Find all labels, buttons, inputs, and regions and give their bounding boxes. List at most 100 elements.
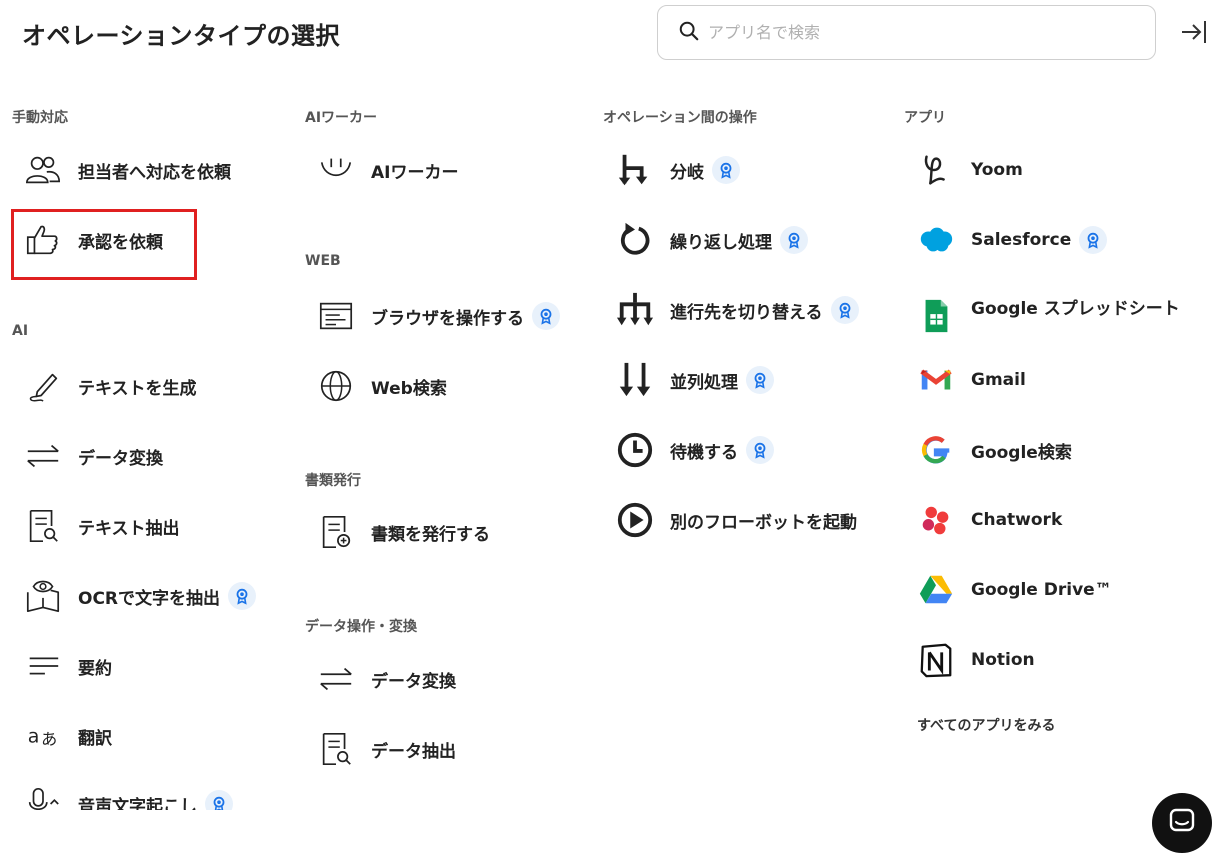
ai-item-label: 音声文字起こし	[78, 796, 197, 811]
ops-item-branch[interactable]: 分岐	[614, 150, 740, 190]
web-item-browser[interactable]: ブラウザを操作する	[315, 296, 560, 336]
manual-item-label: 担当者へ対応を依頼	[78, 162, 231, 183]
clipped-icon	[318, 806, 358, 812]
page-title: オペレーションタイプの選択	[22, 22, 341, 50]
ops-item-label: 分岐	[670, 162, 704, 183]
ai-item-label: テキスト抽出	[78, 518, 180, 539]
ops-item-start-flowbot[interactable]: 別のフローボットを起動	[614, 500, 857, 540]
manual-item-label: 承認を依頼	[78, 232, 163, 253]
app-item-label: Google スプレッドシート	[971, 299, 1180, 319]
section-docs: 書類発行	[305, 473, 361, 489]
collapse-panel-icon[interactable]	[1180, 18, 1208, 46]
section-apps: アプリ	[904, 110, 946, 126]
web-item-search[interactable]: Web検索	[315, 366, 447, 406]
ai-item-summary[interactable]: 要約	[22, 646, 112, 686]
docs-item-issue[interactable]: 書類を発行する	[315, 512, 490, 552]
swap-arrows-icon	[22, 436, 64, 476]
lines-icon	[22, 646, 64, 686]
browser-window-icon	[315, 296, 357, 336]
aiworker-item-label: AIワーカー	[371, 162, 459, 183]
section-data-ops: データ操作・変換	[305, 619, 417, 635]
section-aiworker: AIワーカー	[305, 110, 378, 126]
manual-item-request[interactable]: 担当者へ対応を依頼	[22, 150, 231, 190]
chatwork-logo-icon	[915, 500, 957, 540]
app-item-salesforce[interactable]: Salesforce	[915, 220, 1108, 260]
google-drive-logo-icon	[915, 570, 957, 610]
app-item-chatwork[interactable]: Chatwork	[915, 500, 1062, 540]
chat-support-button[interactable]	[1152, 793, 1212, 853]
microphone-icon	[22, 784, 64, 810]
salesforce-logo-icon	[915, 220, 957, 260]
ops-item-label: 繰り返し処理	[670, 232, 772, 253]
premium-badge-icon	[532, 302, 560, 330]
chat-icon	[1168, 807, 1196, 839]
premium-badge-icon	[712, 156, 740, 184]
pen-icon	[22, 366, 64, 406]
gmail-logo-icon	[915, 360, 957, 400]
premium-badge-icon	[830, 296, 859, 324]
section-ops-between: オペレーション間の操作	[603, 110, 757, 126]
document-search-icon	[315, 729, 357, 769]
app-item-label: Notion	[971, 650, 1035, 670]
app-item-google-drive[interactable]: Google Drive™	[915, 570, 1112, 610]
premium-badge-icon	[746, 366, 774, 394]
ai-item-label: OCRで文字を抽出	[78, 588, 221, 609]
app-item-label: Salesforce	[971, 230, 1072, 250]
ai-item-transcribe[interactable]: 音声文字起こし	[22, 784, 233, 810]
app-item-google-search[interactable]: Google検索	[915, 430, 1072, 470]
app-item-yoom[interactable]: Yoom	[915, 150, 1023, 190]
ai-item-extract-text[interactable]: テキスト抽出	[22, 506, 180, 546]
document-add-icon	[315, 512, 357, 552]
swap-arrows-icon	[315, 659, 357, 699]
ops-item-wait[interactable]: 待機する	[614, 430, 774, 470]
ai-item-data-convert[interactable]: データ変換	[22, 436, 163, 476]
multi-branch-icon	[614, 290, 656, 330]
document-search-icon	[22, 506, 64, 546]
app-item-gmail[interactable]: Gmail	[915, 360, 1026, 400]
ops-item-label: 進行先を切り替える	[670, 302, 823, 323]
ai-item-generate-text[interactable]: テキストを生成	[22, 366, 197, 406]
premium-badge-icon	[746, 436, 774, 464]
clipped-row: 音声文字起こし	[0, 780, 300, 810]
search-input[interactable]	[708, 23, 1128, 42]
ops-item-label: 並列処理	[670, 372, 738, 393]
manual-item-approval[interactable]: 承認を依頼	[22, 220, 163, 260]
book-eye-icon	[22, 576, 64, 616]
app-item-label: Chatwork	[971, 510, 1063, 530]
see-all-apps-link[interactable]: すべてのアプリをみる	[917, 715, 1055, 735]
yoom-logo-icon	[915, 150, 957, 190]
data-item-extract[interactable]: データ抽出	[315, 729, 456, 769]
notion-logo-icon	[915, 640, 957, 680]
ops-item-label: 別のフローボットを起動	[670, 512, 857, 533]
users-icon	[22, 150, 64, 190]
translate-icon: aあ	[22, 716, 64, 756]
ai-item-translate[interactable]: aあ 翻訳	[22, 716, 112, 756]
app-item-label: Yoom	[971, 160, 1023, 180]
premium-badge-icon	[205, 790, 233, 810]
data-item-convert[interactable]: データ変換	[315, 659, 456, 699]
app-item-notion[interactable]: Notion	[915, 640, 1035, 680]
search-icon	[678, 20, 700, 46]
smile-icon	[315, 150, 357, 190]
premium-badge-icon	[1079, 226, 1108, 254]
ai-item-label: データ変換	[78, 448, 163, 469]
aiworker-item[interactable]: AIワーカー	[315, 150, 458, 190]
play-circle-icon	[614, 500, 656, 540]
section-manual: 手動対応	[12, 110, 68, 126]
docs-item-label: 書類を発行する	[371, 524, 490, 545]
ai-item-label: 要約	[78, 658, 112, 679]
ops-item-loop[interactable]: 繰り返し処理	[614, 220, 808, 260]
app-item-label: Google Drive™	[971, 580, 1112, 600]
ops-item-switch[interactable]: 進行先を切り替える	[614, 290, 859, 330]
ai-item-label: テキストを生成	[78, 378, 197, 399]
app-item-google-sheets[interactable]: Google スプレッドシート	[915, 290, 1180, 333]
search-box[interactable]	[657, 5, 1156, 60]
thumbs-up-icon	[22, 220, 64, 260]
google-logo-icon	[915, 430, 957, 470]
ai-item-ocr[interactable]: OCRで文字を抽出	[22, 576, 257, 616]
app-item-label: Google検索	[971, 442, 1072, 463]
data-item-label: データ抽出	[371, 741, 456, 762]
section-ai: AI	[12, 323, 29, 339]
loop-icon	[614, 220, 656, 260]
ops-item-parallel[interactable]: 並列処理	[614, 360, 774, 400]
